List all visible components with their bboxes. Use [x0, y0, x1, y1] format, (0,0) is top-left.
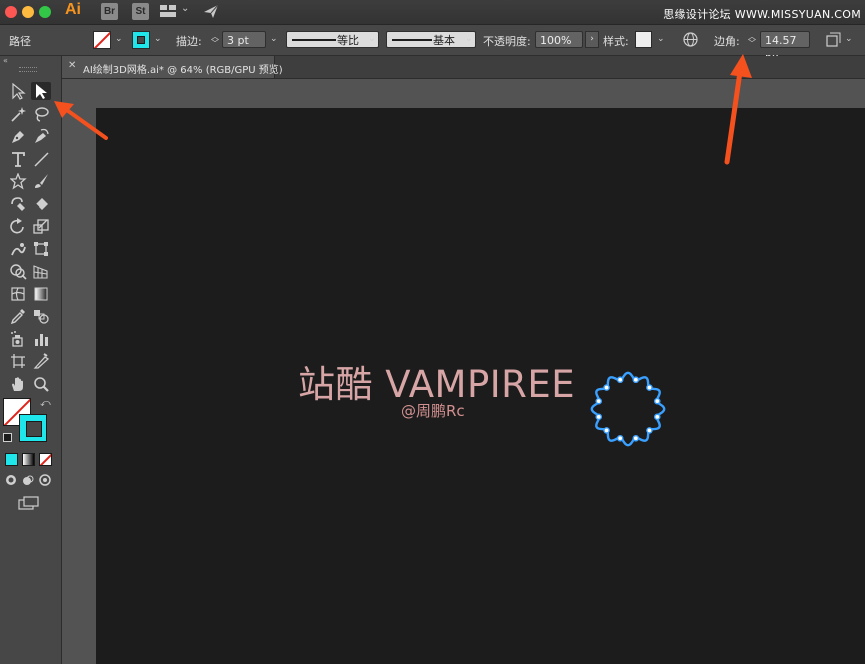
star-tool-icon[interactable]: [8, 172, 28, 190]
chevron-down-icon[interactable]: ⌄: [657, 34, 665, 44]
symbol-sprayer-tool-icon[interactable]: [8, 330, 28, 348]
stroke-weight-input[interactable]: 3 pt: [222, 31, 266, 48]
magic-wand-tool-icon[interactable]: [8, 105, 28, 123]
type-tool-icon[interactable]: [8, 150, 28, 168]
lasso-tool-icon[interactable]: [31, 105, 51, 123]
anchor-point[interactable]: [646, 384, 653, 391]
anchor-point[interactable]: [595, 397, 603, 405]
shaper-tool-icon[interactable]: [8, 195, 28, 213]
artwork-author-text[interactable]: @周鹏Rc: [401, 400, 465, 421]
draw-behind-icon[interactable]: [22, 474, 34, 486]
document-tab[interactable]: ✕ AI绘制3D网格.ai* @ 64% (RGB/GPU 预览): [62, 56, 283, 78]
direct-selection-tool-icon[interactable]: [31, 82, 51, 100]
anchor-point[interactable]: [603, 427, 610, 434]
stroke-color-swatch[interactable]: [132, 31, 150, 49]
recolor-artwork-icon[interactable]: [683, 32, 698, 47]
draw-normal-icon[interactable]: [5, 474, 17, 486]
corner-radius-input[interactable]: 14.57 px: [760, 31, 810, 64]
brush-definition-dropdown[interactable]: 基本: [386, 31, 476, 48]
search-adobe-stock-button[interactable]: St: [132, 3, 149, 20]
zoom-tool-icon[interactable]: [31, 375, 51, 393]
slice-tool-icon[interactable]: [31, 352, 51, 370]
anchor-point[interactable]: [646, 427, 653, 434]
fill-color-swatch[interactable]: [93, 31, 111, 49]
app-bar: Ai Br St ⌄ 思缘设计论坛 WWW.MISSYUAN.COM: [0, 0, 865, 25]
eraser-tool-icon[interactable]: [31, 195, 51, 213]
chevron-down-icon[interactable]: ⌄: [465, 34, 473, 44]
line-segment-tool-icon[interactable]: [31, 150, 51, 168]
none-mode-icon[interactable]: [39, 453, 52, 466]
stroke-weight-stepper[interactable]: ︿ ﹀: [211, 33, 219, 48]
document-tab-title: AI绘制3D网格.ai* @ 64% (RGB/GPU 预览): [83, 65, 283, 76]
scale-tool-icon[interactable]: [31, 217, 51, 235]
gradient-mode-icon[interactable]: [22, 453, 35, 466]
opacity-input[interactable]: 100%: [535, 31, 583, 48]
profile-label: 等比: [337, 34, 359, 47]
chevron-down-icon[interactable]: ⌄: [181, 3, 189, 14]
gradient-tool-icon[interactable]: [31, 285, 51, 303]
change-screen-mode-icon[interactable]: [18, 496, 40, 510]
eyedropper-tool-icon[interactable]: [8, 307, 28, 325]
blend-tool-icon[interactable]: [31, 307, 51, 325]
anchor-point[interactable]: [595, 413, 603, 421]
paintbrush-tool-icon[interactable]: [31, 172, 51, 190]
toolbox-stroke-swatch[interactable]: [19, 414, 47, 442]
curvature-tool-icon[interactable]: [31, 127, 51, 145]
mesh-tool-icon[interactable]: [8, 285, 28, 303]
window-maximize-button[interactable]: [39, 6, 51, 18]
panel-grip[interactable]: [19, 67, 37, 72]
corner-radius-stepper[interactable]: ︿ ﹀: [748, 33, 756, 48]
free-transform-tool-icon[interactable]: [31, 240, 51, 258]
anchor-point[interactable]: [616, 434, 624, 442]
watermark-text: 思缘设计论坛 WWW.MISSYUAN.COM: [663, 8, 861, 21]
window-close-button[interactable]: [5, 6, 17, 18]
corner-label: 边角:: [714, 35, 740, 48]
style-label: 样式:: [603, 35, 629, 48]
anchor-point[interactable]: [653, 413, 661, 421]
chevron-down-icon[interactable]: ⌄: [845, 34, 853, 44]
rotate-tool-icon[interactable]: [8, 217, 28, 235]
anchor-point[interactable]: [603, 384, 610, 391]
annotation-arrow-up: [724, 54, 752, 165]
artboard-tool-icon[interactable]: [8, 352, 28, 370]
chevron-down-icon[interactable]: ⌄: [368, 34, 376, 44]
anchor-point[interactable]: [632, 376, 640, 384]
brush-label: 基本: [433, 34, 455, 47]
swap-fill-stroke-icon[interactable]: ⤺: [40, 398, 51, 409]
anchor-point[interactable]: [653, 397, 661, 405]
stroke-label: 描边:: [176, 35, 202, 48]
window-minimize-button[interactable]: [22, 6, 34, 18]
shape-builder-tool-icon[interactable]: [8, 262, 28, 280]
arrange-documents-icon[interactable]: [160, 4, 178, 18]
chevron-down-icon[interactable]: ⌄: [270, 34, 278, 44]
transform-icon[interactable]: [826, 32, 842, 47]
rounded-star-shape[interactable]: [583, 365, 673, 455]
draw-inside-icon[interactable]: [39, 474, 51, 486]
perspective-grid-tool-icon[interactable]: [31, 262, 51, 280]
go-to-bridge-button[interactable]: Br: [101, 3, 118, 20]
opacity-label: 不透明度:: [483, 35, 531, 48]
hand-tool-icon[interactable]: [8, 375, 28, 393]
annotation-arrow-left: [54, 101, 108, 140]
column-graph-tool-icon[interactable]: [31, 330, 51, 348]
default-fill-stroke-icon[interactable]: [3, 433, 12, 442]
collapse-panel-icon[interactable]: «: [3, 56, 8, 65]
chevron-right-icon[interactable]: ›: [585, 31, 599, 48]
selection-tool-icon[interactable]: [8, 82, 28, 100]
anchor-point[interactable]: [632, 434, 640, 442]
send-publish-icon[interactable]: [203, 3, 219, 19]
pen-tool-icon[interactable]: [8, 127, 28, 145]
close-icon[interactable]: ✕: [68, 60, 76, 71]
chevron-down-icon[interactable]: ⌄: [154, 34, 162, 44]
app-logo: Ai: [65, 1, 81, 18]
selection-kind-label: 路径: [9, 35, 31, 48]
variable-width-profile-dropdown[interactable]: 等比: [286, 31, 379, 48]
chevron-down-icon[interactable]: ⌄: [115, 34, 123, 44]
graphic-style-swatch[interactable]: [635, 31, 652, 48]
warp-tool-icon[interactable]: [8, 240, 28, 258]
color-mode-icon[interactable]: [5, 453, 18, 466]
anchor-point[interactable]: [616, 376, 624, 384]
